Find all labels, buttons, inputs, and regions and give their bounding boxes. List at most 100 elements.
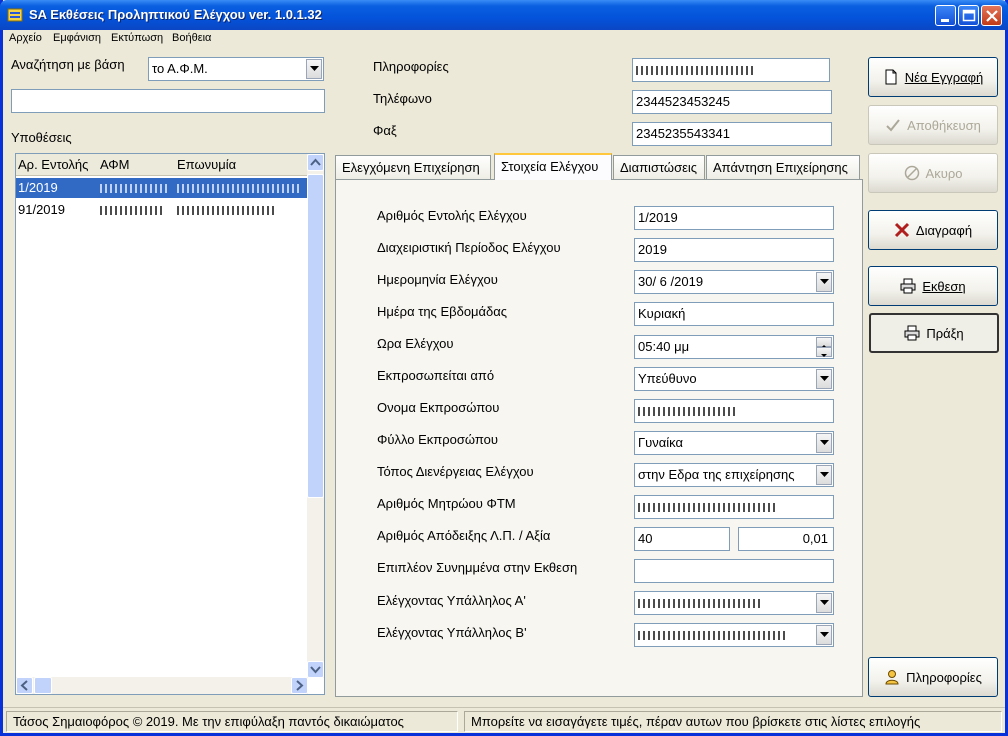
- menu-file[interactable]: Αρχείο: [9, 32, 42, 44]
- period-field[interactable]: 2019: [634, 238, 834, 262]
- phone-label: Τηλέφωνο: [373, 91, 432, 106]
- time-stepper[interactable]: 05:40 μμ: [634, 335, 834, 359]
- tab-business-reply[interactable]: Απάντηση Επιχείρησης: [706, 155, 860, 179]
- weekday-field[interactable]: Κυριακή: [634, 302, 834, 326]
- search-by-value: το Α.Φ.Μ.: [152, 61, 208, 76]
- printer-icon: [904, 325, 920, 341]
- rep-name-field[interactable]: [634, 399, 834, 423]
- tab-findings[interactable]: Διαπιστώσεις: [613, 155, 705, 179]
- rep-gender-value: Γυναίκα: [638, 435, 684, 450]
- weekday-label: Ημέρα της Εβδομάδας: [377, 304, 508, 319]
- ftm-label: Αριθμός Μητρώου ΦΤΜ: [377, 496, 516, 511]
- window-title: SA Εκθέσεις Προληπτικού Ελέγχου ver. 1.0…: [29, 7, 322, 22]
- tab-audited-business[interactable]: Ελεγχόμενη Επιχείρηση: [335, 155, 491, 179]
- time-value: 05:40 μμ: [638, 339, 690, 354]
- maximize-button[interactable]: [958, 5, 979, 26]
- table-row[interactable]: 91/2019: [16, 200, 308, 220]
- close-button[interactable]: [981, 5, 1002, 26]
- column-order-no[interactable]: Αρ. Εντολής: [18, 157, 88, 172]
- menu-help[interactable]: Βοήθεια: [172, 32, 211, 44]
- column-afm[interactable]: ΑΦΜ: [100, 157, 130, 172]
- cell-name: [177, 180, 305, 195]
- search-by-combo[interactable]: το Α.Φ.Μ.: [148, 57, 324, 81]
- minimize-button[interactable]: [935, 5, 956, 26]
- chevron-down-icon[interactable]: [816, 433, 832, 453]
- delete-button[interactable]: Διαγραφή: [868, 210, 998, 250]
- save-label: Αποθήκευση: [907, 117, 981, 133]
- rep-gender-combo[interactable]: Γυναίκα: [634, 431, 834, 455]
- scroll-up-icon[interactable]: [307, 154, 324, 171]
- spin-up-icon[interactable]: [816, 337, 832, 348]
- fax-field[interactable]: 2345235543341: [632, 122, 832, 146]
- column-name[interactable]: Επωνυμία: [177, 157, 236, 172]
- act-button[interactable]: Πράξη: [869, 313, 999, 353]
- status-copyright: Τάσος Σημαιοφόρος © 2019. Με την επιφύλα…: [6, 711, 458, 732]
- new-document-icon: [883, 69, 899, 85]
- attachments-field[interactable]: [634, 559, 834, 583]
- represented-label: Εκπροσωπείται από: [377, 368, 495, 383]
- title-bar[interactable]: SA Εκθέσεις Προληπτικού Ελέγχου ver. 1.0…: [0, 0, 1008, 30]
- represented-combo[interactable]: Υπεύθυνο: [634, 367, 834, 391]
- officer-b-combo[interactable]: [634, 623, 834, 647]
- search-by-label: Αναζήτηση με βάση: [11, 57, 125, 72]
- place-value: στην Εδρα της επιχείρησης: [638, 467, 795, 482]
- status-bar: Τάσος Σημαιοφόρος © 2019. Με την επιφύλα…: [3, 707, 1005, 733]
- scroll-right-icon[interactable]: [291, 677, 308, 694]
- status-hint: Μπορείτε να εισαγάγετε τιμές, πέραν αυτω…: [464, 711, 1002, 732]
- cases-vertical-scrollbar[interactable]: [307, 154, 324, 678]
- cancel-label: Ακυρο: [925, 165, 963, 181]
- scroll-down-icon[interactable]: [307, 661, 324, 678]
- cell-order-no: 91/2019: [18, 202, 65, 217]
- menu-view[interactable]: Εμφάνιση: [53, 32, 101, 44]
- officer-b-label: Ελέγχοντας Υπάλληλος Β': [377, 625, 527, 640]
- cases-horizontal-scrollbar[interactable]: [16, 677, 308, 694]
- attachments-label: Επιπλέον Συνημμένα στην Εκθεση: [377, 560, 578, 575]
- fax-label: Φαξ: [373, 123, 397, 138]
- menu-print[interactable]: Εκτύπωση: [111, 32, 163, 44]
- cell-order-no: 1/2019: [18, 180, 58, 195]
- officer-a-label: Ελέγχοντας Υπάλληλος Α': [377, 593, 526, 608]
- tab-audit-details[interactable]: Στοιχεία Ελέγχου: [494, 153, 612, 180]
- spin-down-icon[interactable]: [816, 347, 832, 357]
- cancel-button[interactable]: Ακυρο: [868, 153, 998, 193]
- chevron-down-icon[interactable]: [306, 59, 322, 79]
- date-value: 30/ 6 /2019: [638, 274, 704, 289]
- receipt-value-field[interactable]: 0,01: [738, 527, 834, 551]
- rep-name-label: Ονομα Εκπροσώπου: [377, 400, 500, 415]
- search-input[interactable]: [11, 89, 325, 113]
- save-button[interactable]: Αποθήκευση: [868, 105, 998, 145]
- scroll-thumb[interactable]: [307, 174, 324, 498]
- info-button[interactable]: Πληροφορίες: [868, 657, 998, 697]
- new-record-label: Νέα Εγγραφή: [904, 69, 984, 85]
- cell-name: [177, 202, 305, 217]
- printer-icon: [900, 278, 916, 294]
- chevron-down-icon[interactable]: [816, 625, 832, 645]
- menu-bar: Αρχείο Εμφάνιση Εκτύπωση Βοήθεια: [3, 30, 1005, 48]
- table-row[interactable]: 1/2019: [16, 178, 308, 198]
- act-label: Πράξη: [926, 325, 964, 341]
- officer-a-combo[interactable]: [634, 591, 834, 615]
- receipt-no-field[interactable]: 40: [634, 527, 730, 551]
- cases-list[interactable]: Αρ. Εντολής ΑΦΜ Επωνυμία 1/2019 91/2019: [15, 153, 325, 695]
- info-field[interactable]: [632, 58, 830, 82]
- chevron-down-icon[interactable]: [816, 369, 832, 389]
- cases-list-header: Αρ. Εντολής ΑΦΜ Επωνυμία: [16, 154, 308, 176]
- represented-value: Υπεύθυνο: [638, 371, 697, 386]
- chevron-down-icon[interactable]: [816, 272, 832, 292]
- cell-afm: [100, 180, 172, 195]
- chevron-down-icon[interactable]: [816, 465, 832, 485]
- chevron-down-icon[interactable]: [816, 593, 832, 613]
- rep-gender-label: Φύλλο Εκπροσώπου: [377, 432, 499, 447]
- place-combo[interactable]: στην Εδρα της επιχείρησης: [634, 463, 834, 487]
- place-label: Τόπος Διενέργειας Ελέγχου: [377, 464, 534, 479]
- scroll-left-icon[interactable]: [16, 677, 33, 694]
- report-button[interactable]: Εκθεση: [868, 266, 998, 306]
- phone-field[interactable]: 2344523453245: [632, 90, 832, 114]
- date-picker[interactable]: 30/ 6 /2019: [634, 270, 834, 294]
- scroll-thumb[interactable]: [34, 677, 52, 694]
- new-record-button[interactable]: Νέα Εγγραφή: [868, 57, 998, 97]
- ftm-field[interactable]: [634, 495, 834, 519]
- app-icon: [7, 7, 23, 23]
- order-no-field[interactable]: 1/2019: [634, 206, 834, 230]
- cancel-icon: [904, 165, 920, 181]
